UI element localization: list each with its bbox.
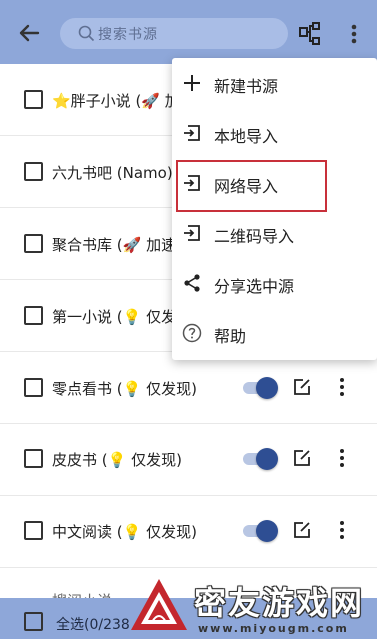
- row-checkbox[interactable]: [24, 378, 43, 397]
- add-icon: [184, 75, 200, 91]
- source-name: ⭐胖子小说 (🚀 加: [52, 92, 180, 110]
- menu-item-share-selected[interactable]: 分享选中源: [172, 259, 377, 309]
- help-icon: [182, 323, 202, 343]
- watermark: 密友游戏网 www.miyougm.com: [128, 572, 377, 639]
- select-all-label: 全选(0/238: [56, 617, 130, 633]
- highlight-box: [176, 160, 327, 212]
- source-name: 第一小说 (💡 仅发现: [52, 308, 192, 326]
- menu-item-label: 本地导入: [214, 127, 279, 146]
- menu-item-new-source[interactable]: 新建书源: [172, 59, 377, 109]
- row-checkbox[interactable]: [24, 449, 43, 468]
- enable-switch[interactable]: [243, 377, 278, 399]
- source-name: 六九书吧 (Namo): [52, 164, 173, 182]
- top-app-bar: 搜索书源: [0, 0, 377, 64]
- row-checkbox[interactable]: [24, 90, 43, 109]
- import-icon: [184, 125, 200, 141]
- menu-item-label: 二维码导入: [214, 227, 295, 246]
- source-name: 中文阅读 (💡 仅发现): [52, 523, 197, 541]
- share-icon: [184, 274, 200, 292]
- select-all-checkbox[interactable]: [24, 612, 43, 631]
- more-vert-icon[interactable]: [344, 20, 364, 48]
- enable-switch[interactable]: [243, 520, 278, 542]
- tree-structure-icon[interactable]: [296, 20, 324, 48]
- more-vert-icon[interactable]: [334, 447, 350, 469]
- import-icon: [184, 225, 200, 241]
- row-checkbox[interactable]: [24, 162, 43, 181]
- arrow-back-icon[interactable]: [14, 18, 44, 48]
- menu-item-label: 分享选中源: [214, 277, 295, 296]
- edit-icon[interactable]: [292, 448, 312, 468]
- menu-item-label: 新建书源: [214, 77, 279, 96]
- switch-thumb: [256, 377, 278, 399]
- switch-thumb: [256, 520, 278, 542]
- source-name: 聚合书库 (🚀 加速,: [52, 236, 181, 254]
- list-item[interactable]: 零点看书 (💡 仅发现): [0, 352, 377, 424]
- row-checkbox[interactable]: [24, 521, 43, 540]
- search-placeholder: 搜索书源: [98, 27, 158, 43]
- menu-item-label: 帮助: [214, 327, 247, 346]
- source-name: 皮皮书 (💡 仅发现): [52, 451, 182, 469]
- enable-switch[interactable]: [243, 448, 278, 470]
- switch-thumb: [256, 448, 278, 470]
- watermark-logo-icon: [131, 579, 187, 630]
- row-checkbox[interactable]: [24, 306, 43, 325]
- list-item[interactable]: 中文阅读 (💡 仅发现): [0, 496, 377, 568]
- menu-item-local-import[interactable]: 本地导入: [172, 109, 377, 159]
- menu-item-help[interactable]: 帮助: [172, 309, 377, 359]
- source-name: 零点看书 (💡 仅发现): [52, 380, 197, 398]
- menu-item-qr-import[interactable]: 二维码导入: [172, 209, 377, 259]
- row-checkbox[interactable]: [24, 234, 43, 253]
- watermark-url: www.miyougm.com: [198, 622, 349, 635]
- search-input[interactable]: 搜索书源: [60, 18, 288, 49]
- more-vert-icon[interactable]: [334, 376, 350, 398]
- search-icon: [78, 25, 95, 42]
- watermark-title: 密友游戏网: [194, 584, 365, 622]
- edit-icon[interactable]: [292, 377, 312, 397]
- edit-icon[interactable]: [292, 520, 312, 540]
- more-vert-icon[interactable]: [334, 519, 350, 541]
- list-item[interactable]: 皮皮书 (💡 仅发现): [0, 424, 377, 496]
